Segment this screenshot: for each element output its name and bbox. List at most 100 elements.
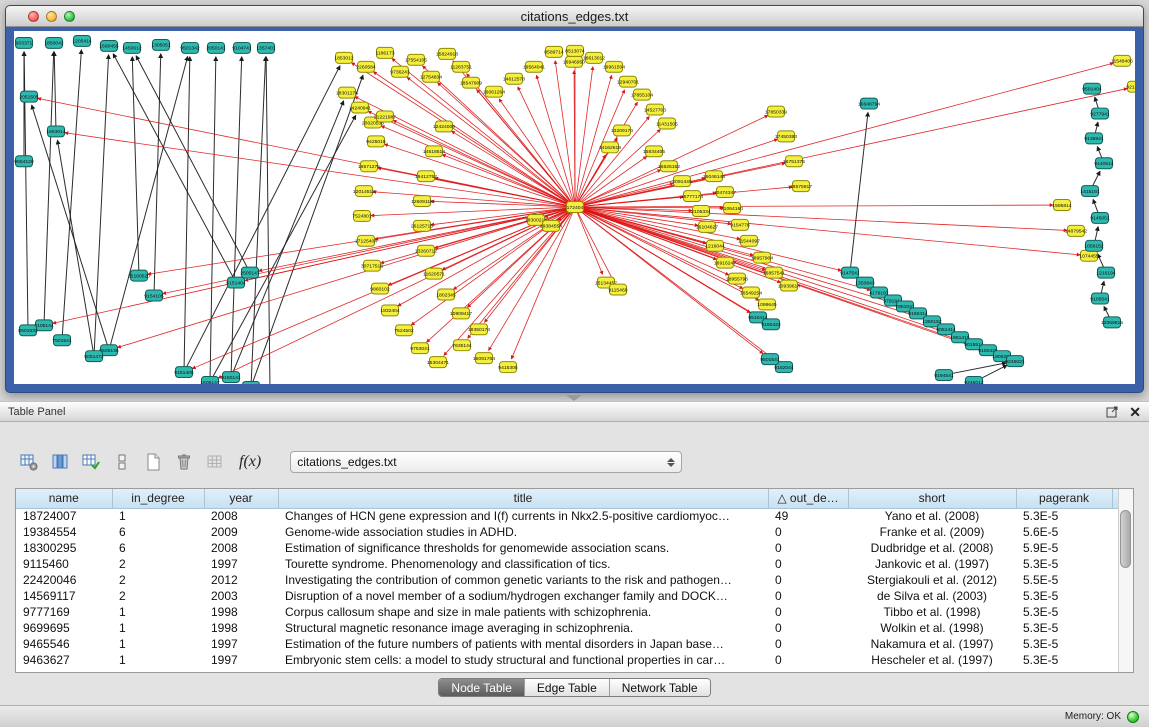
network-node[interactable]: 1653014	[46, 126, 66, 137]
network-node[interactable]: 9150423	[761, 319, 781, 330]
table-row[interactable]: 946362711997Embryonic stem cells: a mode…	[16, 652, 1118, 668]
column-header-out_degree[interactable]: △ out_de…	[768, 489, 848, 508]
delete-column-icon[interactable]	[173, 451, 195, 473]
network-node[interactable]: 9415305	[498, 362, 518, 373]
network-node[interactable]: 9753041	[410, 343, 430, 354]
window-titlebar[interactable]: citations_edges.txt	[6, 6, 1143, 27]
network-edge[interactable]	[54, 52, 56, 132]
network-node[interactable]: 13260712	[415, 245, 437, 256]
network-node[interactable]: 1853012	[334, 52, 354, 63]
network-node[interactable]: 9150141	[221, 372, 241, 383]
network-node[interactable]: 16549254	[740, 287, 762, 298]
network-node[interactable]: 26125715	[411, 220, 433, 231]
network-node[interactable]: 19564041	[523, 61, 545, 72]
network-node[interactable]: 17125404	[355, 235, 377, 246]
column-header-short[interactable]: short	[848, 489, 1016, 508]
network-node[interactable]: 1505147	[200, 377, 220, 384]
network-node[interactable]: 2260584	[356, 61, 376, 72]
network-node[interactable]: 9215478	[1126, 81, 1135, 92]
network-node[interactable]: 1850042	[44, 37, 64, 48]
network-node[interactable]: 16091754	[473, 353, 495, 364]
network-node[interactable]: 17855104	[631, 89, 653, 100]
network-node[interactable]: 9135941	[1084, 133, 1104, 144]
network-node[interactable]: 1099645	[757, 299, 777, 310]
network-node[interactable]: 2051505	[19, 91, 39, 102]
network-node[interactable]: 16857541	[763, 267, 785, 278]
network-edge[interactable]	[218, 207, 575, 378]
tab-edge-table[interactable]: Edge Table	[524, 679, 609, 696]
show-columns-icon[interactable]	[49, 451, 71, 473]
network-node[interactable]: 16777174	[681, 191, 703, 202]
network-edge[interactable]	[136, 56, 250, 273]
network-node[interactable]: 7524801	[352, 210, 372, 221]
network-node[interactable]: 12424009	[433, 121, 455, 132]
network-node[interactable]: 9145051	[1090, 212, 1110, 223]
column-header-title[interactable]: title	[278, 489, 768, 508]
network-edge[interactable]	[575, 75, 612, 207]
tab-node-table[interactable]: Node Table	[439, 679, 524, 696]
network-node[interactable]: 19350174	[468, 324, 490, 335]
network-node[interactable]: 16751375	[783, 156, 805, 167]
network-node[interactable]: 18613012	[583, 52, 605, 63]
table-row[interactable]: 1938455462009Genome-wide association stu…	[16, 524, 1118, 540]
network-node[interactable]: 9245021	[1005, 356, 1025, 367]
network-node[interactable]: 14240941	[349, 102, 371, 113]
network-edge[interactable]	[44, 52, 54, 325]
network-node[interactable]: 12609119	[411, 196, 433, 207]
network-node[interactable]: 7635144	[452, 340, 472, 351]
network-node[interactable]: 9501342	[180, 42, 200, 53]
network-node[interactable]: 7524502	[394, 325, 414, 336]
function-builder-icon[interactable]: f(x)	[235, 453, 265, 471]
network-node[interactable]: 1074455	[1079, 250, 1099, 261]
network-node[interactable]: 12940701	[617, 76, 639, 87]
network-node[interactable]: 172404	[567, 202, 584, 213]
network-node[interactable]: 9154105	[144, 290, 164, 301]
network-edge[interactable]	[210, 115, 356, 382]
network-node[interactable]: 903371	[16, 37, 33, 48]
network-node[interactable]: 10909417	[450, 308, 472, 319]
network-node[interactable]: 8501532	[18, 325, 38, 336]
table-row[interactable]: 1830029562008Estimation of significance …	[16, 540, 1118, 556]
network-edge[interactable]	[154, 54, 161, 296]
network-node[interactable]: 15304471	[427, 357, 449, 368]
network-node[interactable]: 30717518	[361, 260, 383, 271]
network-node[interactable]: 19961504	[603, 61, 625, 72]
new-column-icon[interactable]	[142, 451, 164, 473]
network-edge[interactable]	[109, 57, 188, 351]
network-node[interactable]: 16648794	[858, 98, 880, 109]
network-node[interactable]: 12754834	[420, 71, 442, 82]
table-row[interactable]: 1456911722003Disruption of a novel membe…	[16, 588, 1118, 604]
network-node[interactable]: 17450383	[775, 131, 797, 142]
network-edge[interactable]	[850, 112, 868, 272]
network-node[interactable]: 1305051	[151, 39, 171, 50]
network-node[interactable]: 1450612	[122, 42, 142, 53]
network-node[interactable]: 9151405	[174, 367, 194, 378]
network-edge[interactable]	[251, 57, 266, 384]
network-node[interactable]: 19384554	[540, 220, 562, 231]
network-node[interactable]: 9150241	[241, 382, 261, 384]
table-row[interactable]: 969969511998Structural magnetic resonanc…	[16, 620, 1118, 636]
network-node[interactable]: 9115460	[608, 284, 627, 295]
network-node[interactable]: 16061264	[483, 86, 505, 97]
network-node[interactable]: 11620571	[423, 268, 445, 279]
network-edge[interactable]	[184, 66, 340, 372]
network-edge[interactable]	[231, 57, 242, 377]
edit-table-icon[interactable]	[80, 451, 102, 473]
network-node[interactable]: 18575917	[790, 181, 812, 192]
network-edge[interactable]	[113, 54, 236, 283]
network-node[interactable]: 2091445	[672, 176, 692, 187]
network-node[interactable]: 1690455	[99, 40, 119, 51]
network-table-select[interactable]: citations_edges.txt	[290, 451, 682, 473]
network-node[interactable]: 8589714	[544, 46, 564, 57]
table-row[interactable]: 946554611997Estimation of the future num…	[16, 636, 1118, 652]
network-node[interactable]: 9501541	[760, 354, 780, 365]
network-edge[interactable]	[575, 155, 605, 207]
column-header-name[interactable]: name	[16, 489, 112, 508]
table-options-icon[interactable]	[18, 451, 40, 473]
network-node[interactable]: 1595814	[1052, 200, 1072, 211]
network-node[interactable]: 16046148	[703, 171, 725, 182]
network-node[interactable]: 9245012	[964, 377, 984, 384]
network-node[interactable]: 13209174	[611, 125, 633, 136]
network-node[interactable]: 18955796	[726, 273, 748, 284]
network-edge[interactable]	[438, 83, 575, 207]
